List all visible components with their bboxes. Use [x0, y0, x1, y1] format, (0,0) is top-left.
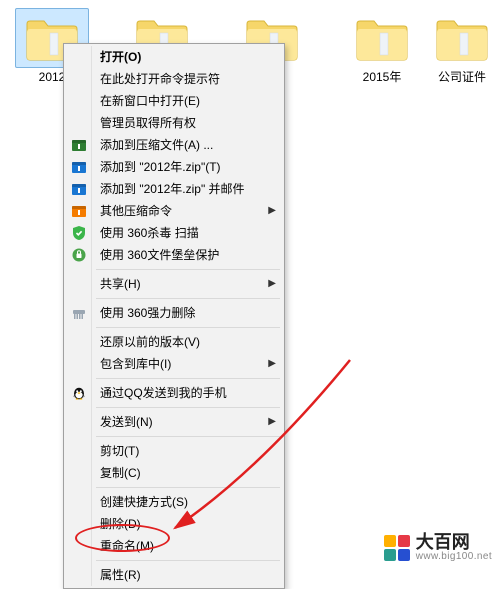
menu-item-label: 添加到压缩文件(A) ...: [100, 138, 213, 152]
submenu-arrow-icon: ▶: [268, 273, 276, 295]
menu-item[interactable]: 添加到压缩文件(A) ...: [66, 134, 282, 156]
brand-name: 大百网: [416, 533, 492, 551]
folder-icon: [425, 8, 499, 68]
menu-separator: [96, 378, 280, 379]
menu-separator: [96, 487, 280, 488]
submenu-arrow-icon: ▶: [268, 411, 276, 433]
vault-icon: [70, 246, 88, 264]
menu-item[interactable]: 在新窗口中打开(E): [66, 90, 282, 112]
menu-item-label: 删除(D): [100, 517, 141, 531]
menu-item-label: 共享(H): [100, 277, 141, 291]
menu-item[interactable]: 管理员取得所有权: [66, 112, 282, 134]
menu-item-label: 还原以前的版本(V): [100, 335, 200, 349]
context-menu: 打开(O) 在此处打开命令提示符在新窗口中打开(E) 管理员取得所有权添加到压缩文件…: [63, 43, 285, 589]
menu-separator: [96, 298, 280, 299]
menu-item[interactable]: 其他压缩命令 ▶: [66, 200, 282, 222]
menu-item-label: 其他压缩命令: [100, 204, 172, 218]
menu-item[interactable]: 通过QQ发送到我的手机: [66, 382, 282, 404]
menu-item-label: 属性(R): [100, 568, 141, 582]
menu-item[interactable]: 使用 360杀毒 扫描: [66, 222, 282, 244]
menu-item-label: 在此处打开命令提示符: [100, 72, 220, 86]
menu-item[interactable]: 剪切(T): [66, 440, 282, 462]
folder-3[interactable]: 2015年: [342, 8, 422, 84]
submenu-arrow-icon: ▶: [268, 353, 276, 375]
menu-item[interactable]: 使用 360强力删除: [66, 302, 282, 324]
menu-item-label: 使用 360杀毒 扫描: [100, 226, 199, 240]
menu-item[interactable]: 发送到(N) ▶: [66, 411, 282, 433]
menu-item-label: 管理员取得所有权: [100, 116, 196, 130]
folder-label: 2015年: [342, 70, 422, 84]
menu-item[interactable]: 在此处打开命令提示符: [66, 68, 282, 90]
menu-item-label: 剪切(T): [100, 444, 139, 458]
logo-tile: [398, 549, 410, 561]
menu-item[interactable]: 共享(H) ▶: [66, 273, 282, 295]
menu-item[interactable]: 添加到 "2012年.zip"(T): [66, 156, 282, 178]
menu-item[interactable]: 打开(O): [66, 46, 282, 68]
menu-item-label: 通过QQ发送到我的手机: [100, 386, 227, 400]
folder-4[interactable]: 公司证件: [422, 8, 500, 84]
menu-item[interactable]: 使用 360文件堡垒保护: [66, 244, 282, 266]
menu-item-label: 包含到库中(I): [100, 357, 171, 371]
folder-icon: [345, 8, 419, 68]
logo-tile: [398, 535, 410, 547]
archive-icon: [70, 136, 88, 154]
menu-item[interactable]: 还原以前的版本(V): [66, 331, 282, 353]
menu-item[interactable]: 创建快捷方式(S): [66, 491, 282, 513]
menu-separator: [96, 407, 280, 408]
menu-item-label: 使用 360文件堡垒保护: [100, 248, 219, 262]
archive-icon: [70, 180, 88, 198]
logo-tiles: [384, 535, 410, 561]
menu-item[interactable]: 包含到库中(I) ▶: [66, 353, 282, 375]
menu-item-label: 创建快捷方式(S): [100, 495, 188, 509]
menu-item-label: 添加到 "2012年.zip"(T): [100, 160, 221, 174]
shred-icon: [70, 304, 88, 322]
archive-icon: [70, 202, 88, 220]
logo-tile: [384, 549, 396, 561]
menu-item[interactable]: 重命名(M): [66, 535, 282, 557]
watermark-logo: 大百网 www.big100.net: [384, 533, 492, 562]
brand-url: www.big100.net: [416, 551, 492, 562]
menu-item-label: 打开(O): [100, 50, 141, 64]
folder-label: 公司证件: [422, 70, 500, 84]
submenu-arrow-icon: ▶: [268, 200, 276, 222]
menu-separator: [96, 436, 280, 437]
menu-item[interactable]: 复制(C): [66, 462, 282, 484]
menu-separator: [96, 269, 280, 270]
menu-item-label: 重命名(M): [100, 539, 154, 553]
menu-item-label: 添加到 "2012年.zip" 并邮件: [100, 182, 245, 196]
menu-item[interactable]: 删除(D): [66, 513, 282, 535]
menu-item[interactable]: 属性(R): [66, 564, 282, 586]
menu-item-label: 复制(C): [100, 466, 141, 480]
menu-item-label: 使用 360强力删除: [100, 306, 195, 320]
logo-tile: [384, 535, 396, 547]
menu-item-label: 发送到(N): [100, 415, 153, 429]
menu-item[interactable]: 添加到 "2012年.zip" 并邮件: [66, 178, 282, 200]
shield-icon: [70, 224, 88, 242]
menu-item-label: 在新窗口中打开(E): [100, 94, 200, 108]
menu-separator: [96, 560, 280, 561]
menu-separator: [96, 327, 280, 328]
archive-icon: [70, 158, 88, 176]
qq-icon: [70, 384, 88, 402]
